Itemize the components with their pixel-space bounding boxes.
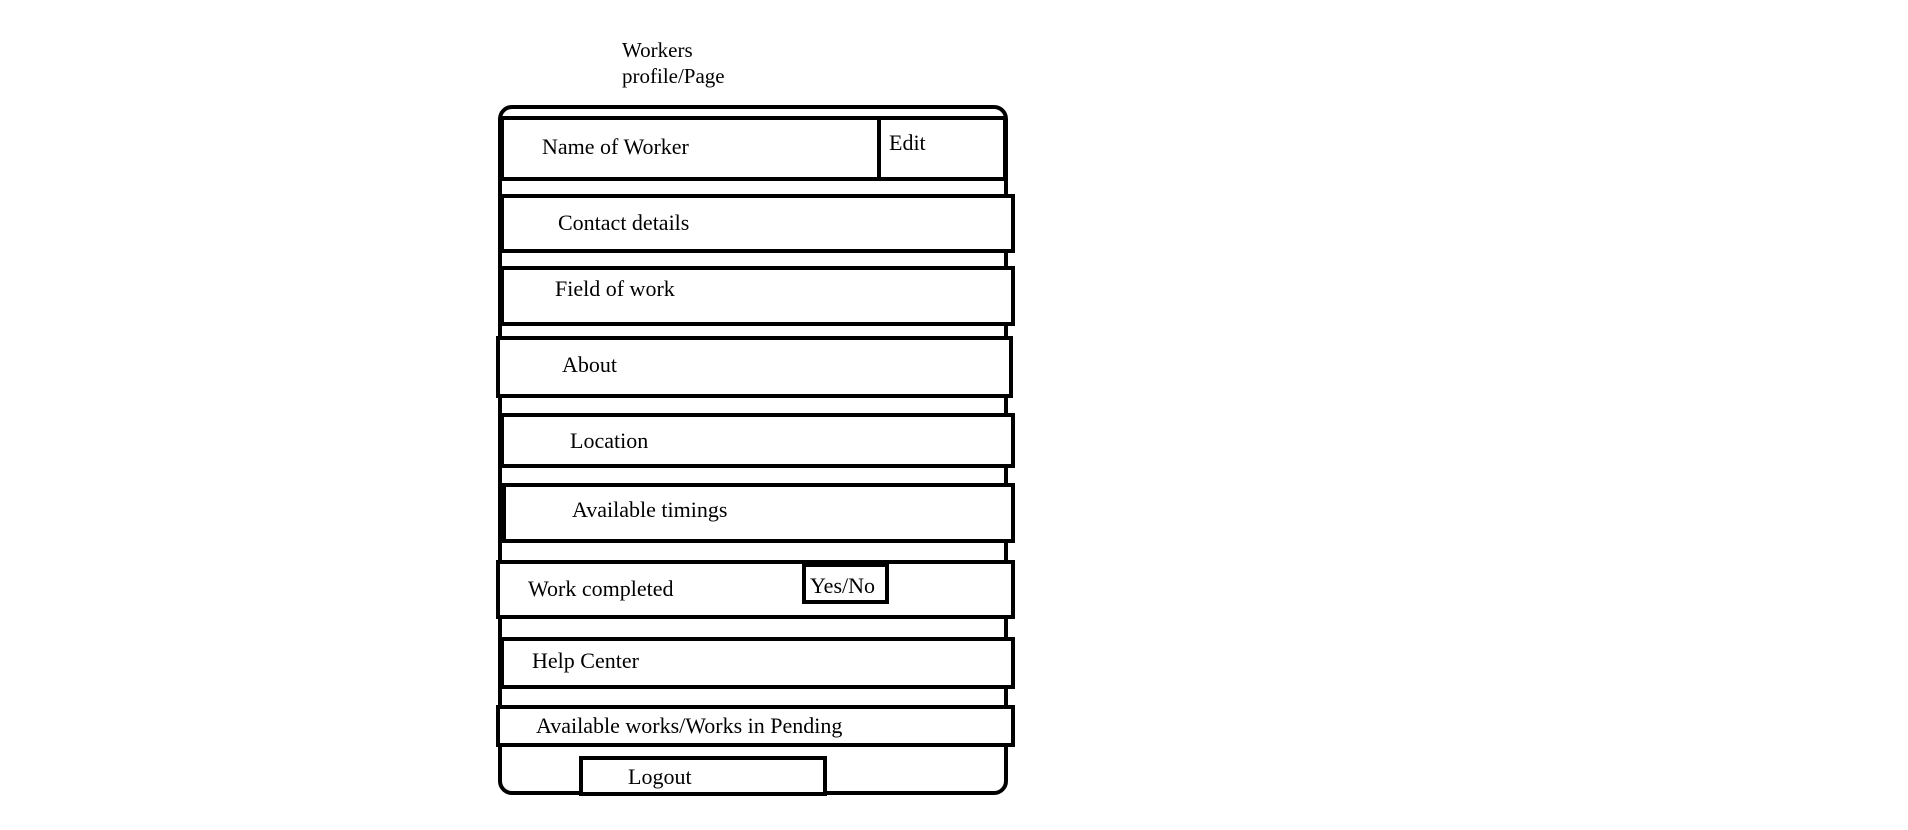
page-title-line-1: Workers [622, 38, 693, 62]
worker-name-field[interactable]: Name of Worker [500, 116, 881, 181]
help-center-button[interactable]: Help Center [500, 637, 1015, 689]
available-works-label: Available works/Works in Pending [536, 713, 843, 738]
about-field[interactable]: About [496, 336, 1013, 398]
location-label: Location [570, 428, 649, 453]
work-completed-field: Work completed [496, 560, 1015, 619]
field-of-work-field[interactable]: Field of work [500, 266, 1015, 326]
logout-label: Logout [628, 764, 692, 789]
contact-details-label: Contact details [558, 210, 690, 235]
edit-button[interactable]: Edit [877, 116, 1007, 181]
location-field[interactable]: Location [500, 413, 1015, 468]
yes-no-toggle[interactable]: Yes/No [802, 563, 889, 604]
available-works-button[interactable]: Available works/Works in Pending [496, 705, 1015, 747]
yes-no-label: Yes/No [810, 573, 876, 598]
contact-details-field[interactable]: Contact details [500, 194, 1015, 253]
edit-label: Edit [889, 130, 926, 155]
work-completed-label: Work completed [528, 576, 674, 601]
page-title: Workers profile/Page [622, 37, 782, 89]
available-timings-field[interactable]: Available timings [502, 483, 1015, 543]
logout-button[interactable]: Logout [579, 756, 827, 796]
help-center-label: Help Center [532, 648, 639, 673]
page-title-line-2: profile/Page [622, 64, 725, 88]
field-of-work-label: Field of work [555, 276, 675, 301]
about-label: About [562, 352, 617, 377]
available-timings-label: Available timings [572, 497, 728, 522]
worker-name-label: Name of Worker [542, 134, 689, 159]
